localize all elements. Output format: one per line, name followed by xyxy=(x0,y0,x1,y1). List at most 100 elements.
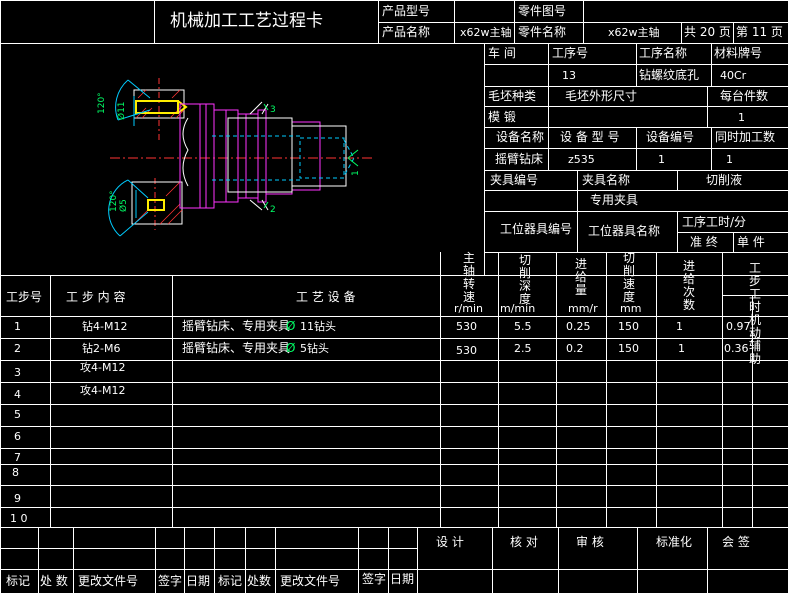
blank-type-label: 毛坯种类 xyxy=(488,89,537,103)
check-label: 核 对 xyxy=(510,535,538,549)
equip-model-label: 设 备 型 号 xyxy=(560,130,620,144)
sign-label-2: 签字 xyxy=(362,572,387,586)
product-name-value: x62w主轴 xyxy=(460,26,512,39)
col-step-header: 工步号 xyxy=(6,290,43,304)
step-content: 攻4-M12 xyxy=(80,361,126,374)
col-speed-unit: r/min xyxy=(454,302,483,315)
col-time-header: 工步工时机动辅助 xyxy=(748,261,761,366)
total-pages: 共 20 页 xyxy=(684,25,731,39)
part-drawing xyxy=(108,78,372,237)
process-no-value: 13 xyxy=(562,69,576,82)
step-content: 钻4-M12 xyxy=(82,320,128,333)
col-cut-header: 切削深度 xyxy=(518,253,531,306)
step-feed: 0.2 xyxy=(566,342,584,355)
coolant-label: 切削液 xyxy=(706,173,743,187)
fixture-name-label: 夹具名称 xyxy=(582,173,631,187)
material-label: 材料牌号 xyxy=(714,46,763,60)
col-equip-header: 工 艺 设 备 xyxy=(296,290,356,304)
step-passes: 1 xyxy=(676,320,683,333)
step-feed: 0.25 xyxy=(566,320,591,333)
col-feed-header: 进给量 xyxy=(574,257,587,297)
step-no: 8 xyxy=(12,466,19,479)
angle-top-label: 120° xyxy=(97,92,107,114)
col-speed-header: 主轴转速 xyxy=(462,251,475,304)
mark-label: 标记 xyxy=(6,574,31,588)
per-blank-label: 每台件数 xyxy=(720,89,769,103)
mark-1: 1 xyxy=(351,170,361,176)
card-title: 机械加工工艺过程卡 xyxy=(170,11,323,31)
prep-time-label: 准 终 xyxy=(690,235,718,249)
step-passes: 1 xyxy=(678,342,685,355)
step-content: 钻2-M6 xyxy=(82,342,121,355)
step-no: 6 xyxy=(14,430,21,443)
simul-label: 同时加工数 xyxy=(715,130,776,144)
step-equip: 摇臂钻床、专用夹具 xyxy=(182,341,291,355)
step-content: 攻4-M12 xyxy=(80,384,126,397)
step-speed: 530 xyxy=(456,344,477,357)
step-cut: 2.5 xyxy=(514,342,532,355)
date-label-2: 日期 xyxy=(390,572,415,586)
dia-bottom-label: Ø5 xyxy=(118,199,129,212)
fixture-no-label: 夹具编号 xyxy=(490,173,539,187)
step-depth: 150 xyxy=(618,320,639,333)
step-bit: 5钻头 xyxy=(300,342,329,355)
step-no: 4 xyxy=(14,388,21,401)
change-doc-label-2: 更改文件号 xyxy=(280,574,341,588)
step-equip: 摇臂钻床、专用夹具 xyxy=(182,319,291,333)
equip-name-label: 设备名称 xyxy=(496,130,545,144)
equip-name-value: 摇臂钻床 xyxy=(495,152,544,166)
col-feed-unit: mm/r xyxy=(568,302,598,315)
station-tool-no-label: 工位器具编号 xyxy=(500,222,573,236)
angle-bottom-label: 120° xyxy=(109,190,119,212)
process-no-label: 工序号 xyxy=(552,46,589,60)
page-number: 第 11 页 xyxy=(736,25,783,39)
change-doc-label: 更改文件号 xyxy=(78,574,139,588)
step-no: 9 xyxy=(14,492,21,505)
diameter-icon: Ø xyxy=(286,319,296,333)
col-depth-header: 切削速度 xyxy=(622,251,635,304)
part-name-label: 零件名称 xyxy=(518,25,567,39)
col-cut-unit: m/min xyxy=(500,302,536,315)
product-model-label: 产品型号 xyxy=(382,4,431,18)
step-no: 5 xyxy=(14,408,21,421)
part-drawing-label: 零件图号 xyxy=(518,4,567,18)
standard-label: 标准化 xyxy=(656,535,693,549)
unit-time-label: 单 件 xyxy=(737,235,765,249)
material-value: 40Cr xyxy=(720,69,747,82)
sign-label: 签字 xyxy=(158,574,183,588)
blank-size-label: 毛坯外形尺寸 xyxy=(565,89,638,103)
count-label: 处 数 xyxy=(40,574,68,588)
product-name-label: 产品名称 xyxy=(382,25,431,39)
diameter-icon: Ø xyxy=(286,341,296,355)
process-name-label: 工序名称 xyxy=(639,46,688,60)
workshop-label: 车 间 xyxy=(488,46,516,60)
fixture-name-value: 专用夹具 xyxy=(590,193,639,207)
equip-no-label: 设备编号 xyxy=(646,130,695,144)
equip-no-value: 1 xyxy=(658,153,665,166)
step-no: 1 xyxy=(14,320,21,333)
dia-top-label: Ø11 xyxy=(116,101,127,120)
step-cut: 5.5 xyxy=(514,320,532,333)
step-time: 0.36 xyxy=(724,342,749,355)
process-time-label: 工序工时/分 xyxy=(682,215,747,229)
step-no: 3 xyxy=(14,366,21,379)
station-tool-name-label: 工位器具名称 xyxy=(588,224,661,238)
part-name-value: x62w主轴 xyxy=(608,26,660,39)
mark-label-2: 标记 xyxy=(218,574,243,588)
countersign-label: 会 签 xyxy=(722,535,750,549)
step-no: 2 xyxy=(14,342,21,355)
mark-3: 3 xyxy=(270,105,276,115)
step-no: 7 xyxy=(14,451,21,464)
date-label: 日期 xyxy=(186,574,211,588)
mark-2: 2 xyxy=(270,205,276,215)
col-passes-header: 进给次数 xyxy=(682,259,695,312)
process-name-value: 钻螺纹底孔 xyxy=(639,68,700,82)
blank-type-value: 模 锻 xyxy=(488,110,516,124)
design-label: 设 计 xyxy=(436,535,464,549)
simul-value: 1 xyxy=(726,153,733,166)
step-depth: 150 xyxy=(618,342,639,355)
step-speed: 530 xyxy=(456,320,477,333)
count-label-2: 处数 xyxy=(247,574,272,588)
col-content-header: 工 步 内 容 xyxy=(66,290,126,304)
step-time: 0.97 xyxy=(726,320,751,333)
